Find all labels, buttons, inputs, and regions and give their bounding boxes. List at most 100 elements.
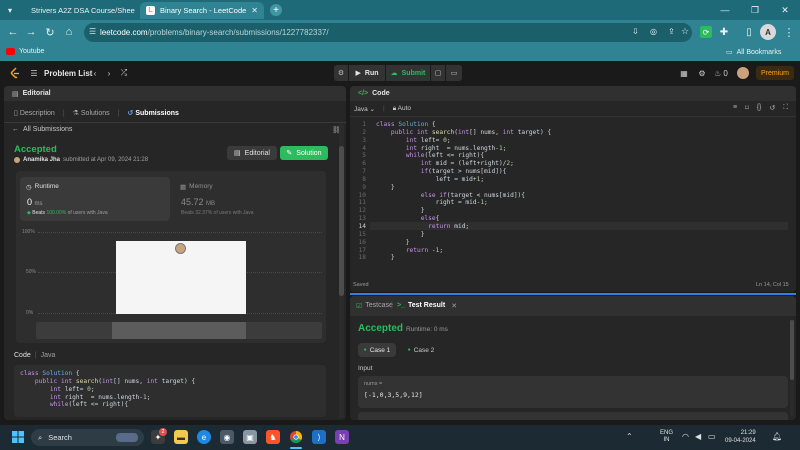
photos-icon[interactable]: ▣ [243, 430, 257, 444]
left-scrollbar[interactable] [339, 124, 344, 418]
all-bookmarks[interactable]: ▭ All Bookmarks [726, 48, 781, 57]
streak-counter[interactable]: ♨ 0 [712, 66, 730, 80]
notification-bell-icon[interactable]: 🔔︎ [772, 432, 782, 441]
braces-icon[interactable]: {} [757, 104, 762, 112]
user-avatar[interactable] [737, 67, 749, 79]
chart-range-slider[interactable] [36, 322, 322, 339]
language-select[interactable]: Java ⌄ [354, 105, 375, 113]
shuffle-icon[interactable]: ⤮ [118, 66, 130, 80]
premium-button[interactable]: Premium [756, 66, 794, 80]
tab-search-icon[interactable]: ▾ [4, 4, 16, 16]
all-submissions-link[interactable]: ← All Submissions [12, 126, 72, 133]
clock[interactable]: 21:29 09-04-2024 [725, 430, 756, 445]
chart-tick-50: 50% [26, 269, 37, 275]
windows-start-icon[interactable] [11, 430, 25, 444]
code-line: } [376, 238, 410, 246]
runtime-card[interactable]: ◷ Runtime 0 ms ◆ Beats 100.00% of users w… [20, 177, 170, 221]
case-2-tab[interactable]: ● Case 2 [402, 343, 440, 357]
input-label: Input [358, 365, 373, 372]
tab-submissions[interactable]: ↺ Submissions [128, 109, 179, 117]
site-info-icon[interactable]: ☰ [89, 27, 96, 36]
chrome-icon[interactable] [289, 430, 303, 444]
battery-icon[interactable]: ▭ [708, 432, 716, 441]
extension-green-icon[interactable]: ⟳ [700, 26, 712, 38]
auto-mode-toggle[interactable]: 🔒︎ Auto [393, 105, 411, 113]
left-scrollbar-thumb[interactable] [339, 146, 344, 296]
editor-code[interactable]: class Solution { public int search(int[]… [376, 121, 551, 262]
line-number: 14 [358, 222, 366, 230]
result-scrollbar-thumb[interactable] [790, 320, 794, 380]
format-icon[interactable]: ≡ [733, 104, 737, 112]
fullscreen-icon[interactable]: ⛶ [783, 104, 788, 112]
brave-icon[interactable]: ♞ [266, 430, 280, 444]
reset-icon[interactable]: ↺ [769, 104, 775, 112]
close-icon[interactable]: ✕ [451, 302, 457, 310]
new-tab-button[interactable]: + [270, 4, 282, 16]
memory-card[interactable]: ▦ Memory 45.72 MB Beats 32.37% of users w… [176, 177, 324, 221]
solution-button[interactable]: ✎ Solution [280, 146, 328, 160]
side-panel-icon[interactable]: ▯ [743, 26, 755, 38]
leetcode-logo-icon[interactable] [8, 66, 22, 80]
editorial-panel-header: ▤ Editorial [4, 86, 346, 101]
close-window-button[interactable]: ✕ [770, 0, 800, 20]
submitted-code: class Solution { public int search(int[]… [20, 370, 195, 409]
restore-button[interactable]: ❐ [740, 0, 770, 20]
download-icon[interactable]: ⇩ [632, 27, 639, 36]
debug-icon[interactable]: ⚙ [334, 65, 348, 81]
address-bar[interactable]: ☰ leetcode.com/problems/binary-search/su… [84, 23, 692, 42]
range-slider-thumb[interactable] [112, 322, 246, 339]
reload-icon[interactable]: ↻ [43, 25, 57, 39]
taskbar-search-box[interactable]: ⌕ Search [31, 429, 144, 446]
more-menu-icon[interactable]: ⋮ [782, 25, 796, 39]
tab-test-result[interactable]: >_ Test Result ✕ [397, 302, 457, 310]
prev-problem-icon[interactable]: ‹ [90, 66, 100, 80]
tab-strivers[interactable]: Strivers A2Z DSA Course/Shee ✕ [20, 2, 138, 19]
runtime-beats: ◆ Beats 100.00% of users with Java [27, 210, 108, 216]
bookmark-icon[interactable]: ⌑ [745, 104, 749, 112]
line-number: 18 [358, 254, 366, 262]
bookmark-youtube[interactable]: Youtube [6, 48, 44, 55]
case-1-tab[interactable]: ● Case 1 [358, 343, 396, 357]
eye-off-icon[interactable]: ◎ [650, 27, 657, 36]
clock-icon: ◷ [26, 184, 32, 191]
camera-icon[interactable]: ◉ [220, 430, 234, 444]
panel-resize-handle[interactable] [350, 293, 796, 295]
tab-binary-search[interactable]: L Binary Search - LeetCode ✕ [140, 2, 264, 19]
wifi-icon[interactable]: ◠ [682, 432, 689, 441]
left-panel: ▤ Editorial ▯ Description | ⚗ Solutions … [4, 86, 346, 420]
forward-arrow-icon[interactable]: → [24, 25, 38, 39]
edge-icon[interactable]: e [197, 430, 211, 444]
input-box[interactable]: nums = [-1,0,3,5,9,12] [358, 376, 788, 408]
notes-icon[interactable]: ▢ [431, 65, 445, 81]
next-problem-icon[interactable]: › [104, 66, 114, 80]
tab-solutions[interactable]: ⚗ Solutions [73, 109, 110, 117]
vscode-icon[interactable]: ⟩ [312, 430, 326, 444]
tray-chevron-icon[interactable]: ⌃ [626, 432, 633, 441]
bookmark-star-icon[interactable]: ☆ [681, 26, 689, 37]
result-scrollbar[interactable] [790, 320, 794, 416]
volume-icon[interactable]: ◀ [695, 432, 701, 441]
close-tab-icon[interactable]: ✕ [251, 6, 258, 15]
minimize-button[interactable]: — [710, 0, 740, 20]
code-line: int right = nums.length-1; [49, 393, 151, 401]
comment-icon[interactable]: ▭ [446, 65, 462, 81]
problem-list-link[interactable]: Problem List [44, 66, 92, 80]
submitted-code-block[interactable]: class Solution { public int search(int[]… [14, 365, 326, 417]
code-panel-header: </> Code [350, 86, 796, 101]
submit-button[interactable]: ☁ Submit [386, 65, 430, 81]
settings-gear-icon[interactable]: ⚙ [696, 66, 708, 80]
layout-icon[interactable]: ▦ [678, 66, 690, 80]
back-arrow-icon[interactable]: ← [6, 25, 20, 39]
file-explorer-icon[interactable]: ▬ [174, 430, 188, 444]
extensions-puzzle-icon[interactable]: ✚ [718, 26, 730, 38]
run-button[interactable]: ▶ Run [349, 65, 385, 81]
profile-avatar[interactable]: A [760, 24, 776, 40]
language-indicator[interactable]: ENG IN [660, 430, 673, 444]
tab-testcase[interactable]: ☑ Testcase [356, 302, 393, 310]
editorial-button[interactable]: ▤ Editorial [227, 146, 277, 160]
onenote-icon[interactable]: N [335, 430, 349, 444]
code-line: while(left <= right){ [49, 401, 129, 409]
home-icon[interactable]: ⌂ [62, 25, 76, 39]
tab-description[interactable]: ▯ Description [14, 109, 55, 117]
share-icon[interactable]: ⇪ [668, 27, 675, 36]
